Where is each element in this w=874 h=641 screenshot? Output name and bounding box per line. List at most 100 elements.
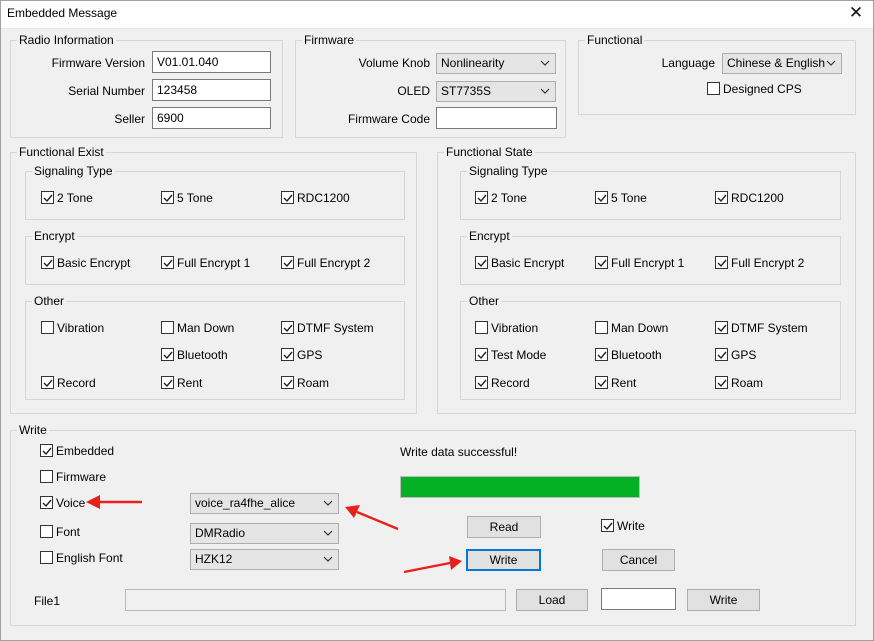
fs-rent-label: Rent xyxy=(611,376,637,390)
font-label: Font xyxy=(56,525,81,539)
embedded-label: Embedded xyxy=(56,444,115,458)
fe-dtmf-system-label: DTMF System xyxy=(297,321,374,335)
checkbox-box xyxy=(161,256,174,269)
font-value: DMRadio xyxy=(195,526,246,540)
read-button[interactable]: Read xyxy=(467,516,541,538)
fe-encrypt-group: Encrypt Basic Encrypt Full Encrypt 1 Ful… xyxy=(25,229,405,285)
checkmark-icon xyxy=(597,351,607,360)
font-select[interactable]: DMRadio xyxy=(190,523,339,544)
write-progress-bar xyxy=(400,476,640,498)
file1-path-field[interactable] xyxy=(125,589,506,611)
fe-rent-label: Rent xyxy=(177,376,203,390)
checkmark-icon xyxy=(283,379,293,388)
fe-encrypt-legend: Encrypt xyxy=(32,229,77,243)
fs-signaling-type-group: Signaling Type 2 Tone 5 Tone RDC1200 xyxy=(460,164,841,220)
checkbox-box xyxy=(41,256,54,269)
checkmark-icon xyxy=(43,259,53,268)
write-option-label: Write xyxy=(617,519,645,533)
volume-knob-label: Volume Knob xyxy=(358,56,430,70)
fe-man-down-label: Man Down xyxy=(177,321,235,335)
write-button[interactable]: Write xyxy=(466,549,541,571)
firmware-label: Firmware xyxy=(56,470,106,484)
fe-signaling-type-group: Signaling Type 2 Tone 5 Tone RDC1200 xyxy=(25,164,405,220)
language-select[interactable]: Chinese & English xyxy=(722,53,842,74)
checkbox-box xyxy=(475,256,488,269)
checkbox-box xyxy=(161,376,174,389)
checkbox-box xyxy=(41,376,54,389)
checkmark-icon xyxy=(717,259,727,268)
english-font-value: HZK12 xyxy=(195,552,233,566)
checkmark-icon xyxy=(477,194,487,203)
fe-2-tone-label: 2 Tone xyxy=(57,191,93,205)
fe-roam-label: Roam xyxy=(297,376,330,390)
checkbox-box xyxy=(41,191,54,204)
checkbox-box xyxy=(595,191,608,204)
functional-exist-legend: Functional Exist xyxy=(17,145,106,159)
chevron-down-icon xyxy=(323,556,333,562)
checkbox-box xyxy=(595,256,608,269)
file1-write-button[interactable]: Write xyxy=(687,589,760,611)
checkbox-box xyxy=(161,191,174,204)
checkmark-icon xyxy=(283,194,293,203)
fs-dtmf-system-label: DTMF System xyxy=(731,321,808,335)
checkbox-box xyxy=(281,348,294,361)
fs-vibration-label: Vibration xyxy=(491,321,539,335)
language-label: Language xyxy=(661,56,715,70)
functional-group: Functional Language Chinese & English De… xyxy=(578,33,856,115)
checkbox-box xyxy=(475,191,488,204)
window-title: Embedded Message xyxy=(7,6,118,20)
fe-signaling-type-legend: Signaling Type xyxy=(32,164,115,178)
close-icon[interactable]: ✕ xyxy=(847,3,865,23)
chevron-down-icon xyxy=(323,530,333,536)
checkmark-icon xyxy=(477,259,487,268)
firmware-code-label: Firmware Code xyxy=(347,112,430,126)
fs-rdc1200-label: RDC1200 xyxy=(731,191,784,205)
english-font-select[interactable]: HZK12 xyxy=(190,549,339,570)
cancel-button[interactable]: Cancel xyxy=(602,549,675,571)
radio-information-legend: Radio Information xyxy=(17,33,116,47)
fs-encrypt-legend: Encrypt xyxy=(467,229,512,243)
checkmark-icon xyxy=(163,351,173,360)
checkbox-box xyxy=(715,191,728,204)
checkbox-box xyxy=(475,376,488,389)
firmware-code-field[interactable] xyxy=(436,107,557,129)
checkmark-icon xyxy=(43,379,53,388)
checkbox-box xyxy=(595,321,608,334)
checkmark-icon xyxy=(163,194,173,203)
checkbox-box xyxy=(475,321,488,334)
chevron-down-icon xyxy=(826,60,836,66)
checkmark-icon xyxy=(717,379,727,388)
fs-man-down-label: Man Down xyxy=(611,321,669,335)
volume-knob-select[interactable]: Nonlinearity xyxy=(436,53,556,74)
serial-number-field[interactable]: 123458 xyxy=(152,79,271,101)
checkbox-box xyxy=(40,470,53,483)
checkmark-icon xyxy=(43,194,53,203)
checkbox-box xyxy=(281,376,294,389)
firmware-version-label: Firmware Version xyxy=(51,56,145,70)
checkbox-box xyxy=(475,348,488,361)
oled-select[interactable]: ST7735S xyxy=(436,81,556,102)
voice-select[interactable]: voice_ra4fhe_alice xyxy=(190,493,339,514)
functional-state-group: Functional State Signaling Type 2 Tone 5… xyxy=(437,145,856,414)
fe-record-label: Record xyxy=(57,376,96,390)
file1-value-field[interactable] xyxy=(601,588,676,610)
chevron-down-icon xyxy=(540,60,550,66)
fs-gps-label: GPS xyxy=(731,348,757,362)
load-button[interactable]: Load xyxy=(516,589,588,611)
seller-label: Seller xyxy=(114,112,145,126)
checkbox-box xyxy=(40,525,53,538)
checkbox-box xyxy=(601,519,614,532)
fe-bluetooth-label: Bluetooth xyxy=(177,348,228,362)
checkmark-icon xyxy=(283,351,293,360)
checkmark-icon xyxy=(717,351,727,360)
serial-number-label: Serial Number xyxy=(68,84,145,98)
fs-other-legend: Other xyxy=(467,294,502,308)
fe-full-encrypt-1-label: Full Encrypt 1 xyxy=(177,256,251,270)
checkmark-icon xyxy=(717,324,727,333)
checkbox-box xyxy=(161,321,174,334)
checkbox-box xyxy=(715,321,728,334)
checkmark-icon xyxy=(477,351,487,360)
seller-field[interactable]: 6900 xyxy=(152,107,271,129)
oled-label: OLED xyxy=(397,84,430,98)
firmware-version-field[interactable]: V01.01.040 xyxy=(152,51,271,73)
